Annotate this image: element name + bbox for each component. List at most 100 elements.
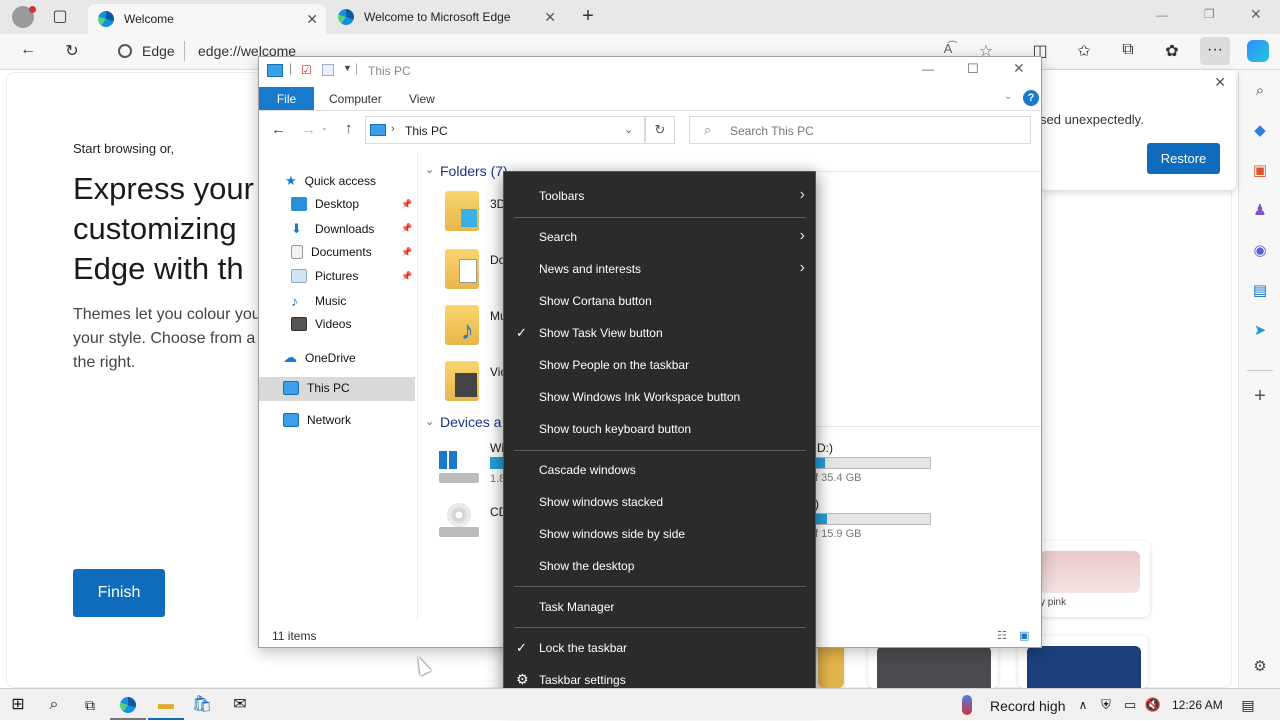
folders-group-header[interactable]: Folders (7)	[440, 163, 508, 179]
folder-documents-icon[interactable]	[445, 249, 479, 289]
ribbon-tab-computer[interactable]: Computer	[329, 92, 382, 106]
nav-documents[interactable]: Documents	[291, 245, 372, 259]
folder-videos-icon[interactable]	[445, 361, 479, 401]
minimize-icon[interactable]: —	[922, 62, 934, 76]
ribbon-tab-view[interactable]: View	[409, 92, 435, 106]
nav-pictures[interactable]: Pictures	[291, 269, 358, 283]
menu-item-show-people[interactable]: Show People on the taskbar	[539, 358, 689, 372]
recent-locations-icon[interactable]: ⌄	[321, 123, 328, 132]
tab-welcome[interactable]: Welcome ✕	[88, 4, 326, 34]
favorites-icon[interactable]: ✩	[1072, 41, 1096, 61]
office-icon[interactable]: ◉	[1249, 240, 1271, 262]
telegram-icon[interactable]: ➤	[1249, 320, 1271, 342]
finish-button[interactable]: Finish	[73, 569, 165, 617]
menu-item-show-cortana[interactable]: Show Cortana button	[539, 294, 652, 308]
forward-icon[interactable]: →	[301, 121, 316, 138]
nav-downloads[interactable]: ⬇ Downloads	[291, 221, 374, 237]
menu-item-taskbar-settings[interactable]: Taskbar settings	[539, 673, 626, 687]
details-view-icon[interactable]: ☷	[997, 629, 1007, 642]
search-icon[interactable]: ⌕	[1249, 80, 1271, 102]
menu-item-show-windows-side-by-side[interactable]: Show windows side by side	[539, 527, 685, 541]
back-icon[interactable]: ←	[271, 121, 286, 138]
close-card-icon[interactable]: ✕	[1214, 74, 1226, 91]
quick-access-dropdown-icon[interactable]: ▼	[343, 63, 352, 73]
extensions-icon[interactable]: ✿	[1160, 41, 1184, 61]
expand-ribbon-icon[interactable]: ⌄	[1004, 91, 1012, 102]
folder-3d-objects-icon[interactable]	[445, 191, 479, 231]
maximize-icon[interactable]: ☐	[967, 61, 979, 77]
address-bar[interactable]: › This PC ⌄	[365, 116, 645, 144]
maximize-icon[interactable]: ❐	[1204, 7, 1215, 21]
address-dropdown-icon[interactable]: ⌄	[624, 123, 633, 136]
tools-icon[interactable]: ▣	[1249, 160, 1271, 182]
collections-icon[interactable]: ⧉	[1116, 41, 1140, 59]
tab-actions-icon[interactable]: ▢	[48, 6, 72, 26]
edge-taskbar-icon[interactable]	[116, 693, 140, 717]
pin-icon[interactable]: 📌	[401, 223, 412, 234]
refresh-icon[interactable]: ↻	[645, 116, 675, 144]
shopping-tag-icon[interactable]: ◆	[1249, 120, 1271, 142]
close-tab-icon[interactable]: ✕	[544, 9, 556, 26]
volume-muted-icon[interactable]: 🔇	[1141, 693, 1165, 717]
cd-drive-icon[interactable]	[439, 503, 479, 539]
menu-item-show-touch-keyboard[interactable]: Show touch keyboard button	[539, 422, 691, 436]
close-tab-icon[interactable]: ✕	[306, 11, 318, 28]
minimize-icon[interactable]: —	[1156, 8, 1168, 22]
folder-music-icon[interactable]: ♪	[445, 305, 479, 345]
pin-icon[interactable]: 📌	[401, 199, 412, 210]
read-aloud-icon[interactable]: A͡	[936, 41, 960, 56]
weather-text[interactable]: Record high	[990, 698, 1066, 714]
menu-item-task-manager[interactable]: Task Manager	[539, 600, 614, 614]
mail-icon[interactable]: ✉	[228, 693, 252, 717]
search-icon[interactable]: ⌕	[42, 693, 66, 717]
pane-splitter[interactable]	[417, 151, 418, 621]
menu-item-news-and-interests[interactable]: News and interests	[539, 262, 641, 276]
nav-videos[interactable]: Videos	[291, 317, 351, 331]
up-icon[interactable]: ↑	[345, 120, 353, 137]
network-status-icon[interactable]: ▭	[1118, 693, 1142, 717]
menu-item-show-task-view[interactable]: Show Task View button	[539, 326, 663, 340]
nav-network[interactable]: Network	[283, 413, 351, 427]
help-icon[interactable]: ?	[1023, 90, 1039, 106]
notifications-icon[interactable]: ▤	[1236, 693, 1260, 717]
file-explorer-taskbar-icon[interactable]: ▬	[154, 693, 178, 717]
add-icon[interactable]: +	[1249, 385, 1271, 407]
menu-item-search[interactable]: Search	[539, 230, 577, 244]
collapse-chevron-icon[interactable]: ⌄	[425, 163, 434, 176]
nav-onedrive[interactable]: ☁ OneDrive	[283, 349, 356, 366]
new-tab-icon[interactable]: +	[576, 5, 600, 28]
menu-item-show-desktop[interactable]: Show the desktop	[539, 559, 634, 573]
nav-quick-access[interactable]: ★ Quick access	[285, 173, 376, 189]
menu-item-show-windows-stacked[interactable]: Show windows stacked	[539, 495, 663, 509]
collapse-chevron-icon[interactable]: ⌄	[425, 415, 434, 428]
pin-icon[interactable]: 📌	[401, 247, 412, 258]
menu-item-lock-taskbar[interactable]: Lock the taskbar	[539, 641, 627, 655]
menu-item-cascade-windows[interactable]: Cascade windows	[539, 463, 636, 477]
properties-icon[interactable]: ☑	[301, 63, 312, 77]
theme-card-pink[interactable]: y pink	[1040, 541, 1150, 617]
system-clock[interactable]: 12:26 AM	[1172, 698, 1223, 712]
new-folder-icon[interactable]	[322, 64, 334, 76]
copilot-icon[interactable]	[1247, 40, 1269, 62]
close-window-icon[interactable]: ✕	[1250, 6, 1262, 23]
nav-desktop[interactable]: Desktop	[291, 197, 359, 211]
restore-button[interactable]: Restore	[1147, 143, 1220, 174]
windows-start-icon[interactable]: ⊞	[6, 693, 30, 717]
search-box[interactable]: ⌕ Search This PC	[689, 116, 1031, 144]
device-name[interactable]: Wi	[490, 441, 504, 455]
games-icon[interactable]: ♟	[1249, 200, 1271, 222]
security-icon[interactable]: ⛨	[1094, 693, 1118, 717]
menu-item-show-ink-workspace[interactable]: Show Windows Ink Workspace button	[539, 390, 740, 404]
refresh-icon[interactable]: ↻	[60, 41, 84, 61]
menu-item-toolbars[interactable]: Toolbars	[539, 189, 584, 203]
store-icon[interactable]: 🛍	[190, 693, 214, 717]
ribbon-tab-file[interactable]: File	[259, 87, 314, 110]
settings-gear-icon[interactable]: ⚙	[1249, 656, 1271, 678]
nav-music[interactable]: ♪ Music	[291, 293, 346, 309]
show-hidden-icons-icon[interactable]: ∧	[1071, 693, 1095, 717]
tab-welcome-edge[interactable]: Welcome to Microsoft Edge ✕	[330, 4, 568, 30]
devices-group-header[interactable]: Devices a	[440, 414, 501, 430]
outlook-icon[interactable]: ▤	[1249, 280, 1271, 302]
task-view-icon[interactable]: ⧉	[78, 693, 102, 717]
large-icons-view-icon[interactable]: ▣	[1019, 629, 1029, 642]
